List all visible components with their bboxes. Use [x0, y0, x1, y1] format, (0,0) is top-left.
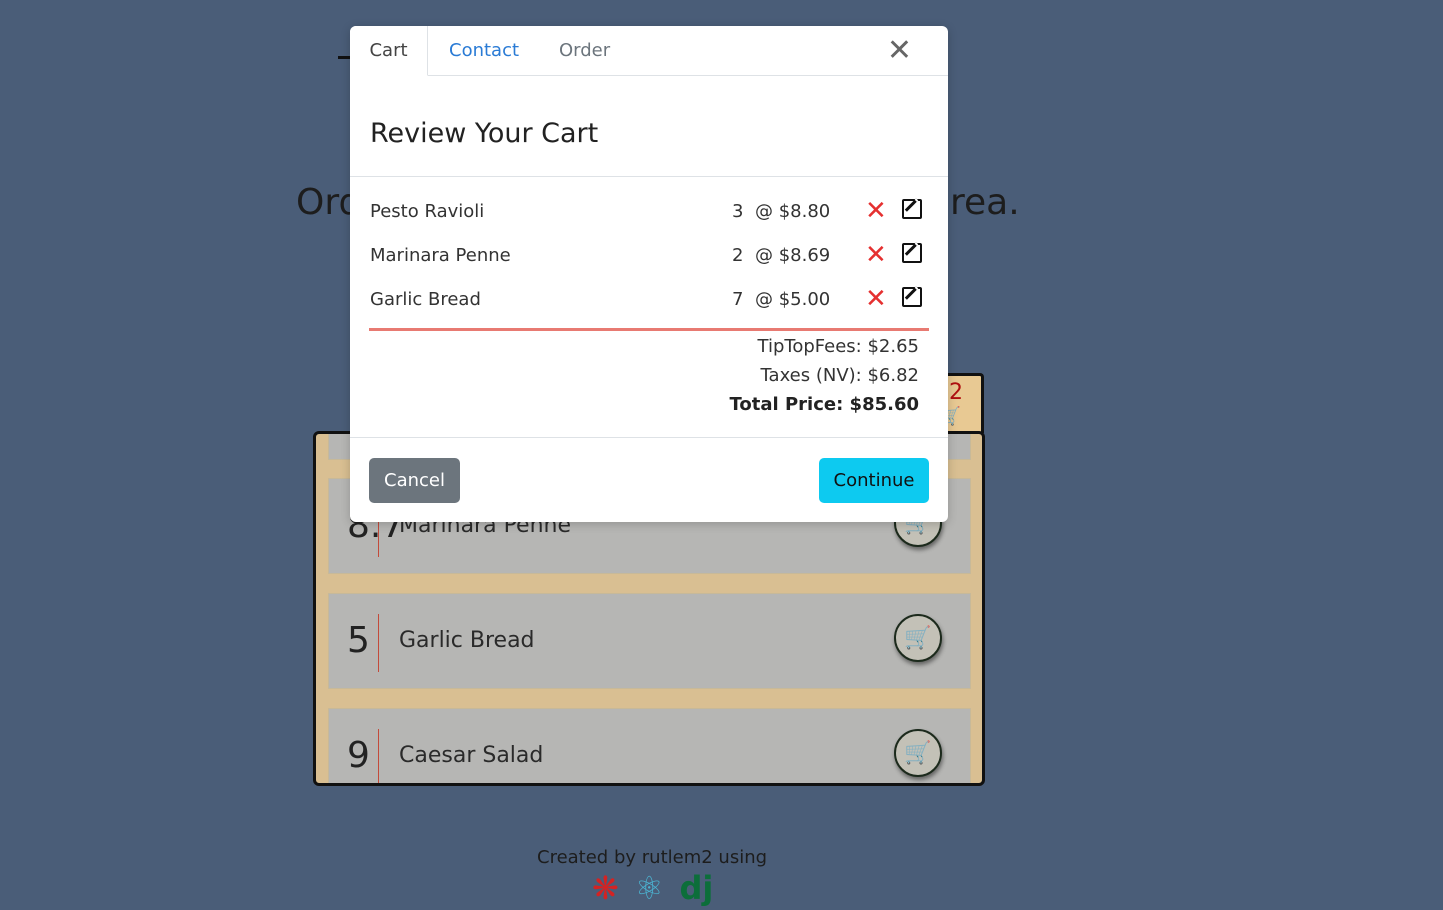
menu-item: 5 Garlic Bread 🛒	[328, 593, 971, 689]
cart-icon: 🛒	[904, 625, 932, 651]
menu-item-divider	[378, 614, 379, 672]
continue-button[interactable]: Continue	[819, 458, 929, 503]
modal-title: Review Your Cart	[370, 118, 599, 149]
menu-item-price: 5	[347, 620, 370, 661]
close-icon[interactable]: ✕	[887, 36, 912, 66]
cart-item-qty: 3	[732, 201, 744, 222]
cart-item-qty: 7	[732, 289, 744, 310]
tab-order[interactable]: Order	[559, 26, 610, 75]
total-divider	[369, 328, 929, 331]
cart-item-name: Pesto Ravioli	[370, 201, 485, 222]
edit-icon[interactable]	[902, 287, 922, 307]
footer-icons: ❋ ⚛ dj	[592, 870, 713, 906]
cart-item-unit-price: @ $8.80	[755, 201, 831, 222]
cart-row: Garlic Bread 7 @ $5.00 ✕	[370, 285, 930, 315]
header-divider	[350, 176, 948, 177]
yelp-icon[interactable]: ❋	[592, 870, 619, 906]
cart-item-qty: 2	[732, 245, 744, 266]
menu-item-divider	[378, 729, 379, 783]
footer-credit: Created by rutlem2 using	[537, 847, 768, 868]
delete-icon[interactable]: ✕	[865, 285, 887, 313]
edit-icon[interactable]	[902, 199, 922, 219]
cart-count: 2	[949, 380, 963, 405]
menu-item-name: Caesar Salad	[399, 743, 544, 768]
cart-item-unit-price: @ $8.69	[755, 245, 831, 266]
tagline-right: rea.	[950, 182, 1020, 223]
cart-icon: 🛒	[904, 740, 932, 766]
modal-tabs: Cart Contact Order ✕	[350, 26, 948, 76]
cart-modal: Cart Contact Order ✕ Review Your Cart Pe…	[350, 26, 948, 522]
react-icon[interactable]: ⚛	[635, 870, 664, 906]
delete-icon[interactable]: ✕	[865, 241, 887, 269]
cancel-button[interactable]: Cancel	[369, 458, 460, 503]
taxes-line: Taxes (NV): $6.82	[760, 365, 919, 386]
cart-item-unit-price: @ $5.00	[755, 289, 831, 310]
menu-item-name: Garlic Bread	[399, 628, 535, 653]
total-price: Total Price: $85.60	[729, 394, 919, 415]
edit-icon[interactable]	[902, 243, 922, 263]
cart-item-name: Garlic Bread	[370, 289, 481, 310]
delete-icon[interactable]: ✕	[865, 197, 887, 225]
footer-divider	[350, 437, 948, 438]
cart-row: Marinara Penne 2 @ $8.69 ✕	[370, 241, 930, 271]
django-icon[interactable]: dj	[680, 870, 714, 906]
add-to-cart-button[interactable]: 🛒	[894, 614, 942, 662]
menu-item-price: 9	[347, 735, 370, 776]
add-to-cart-button[interactable]: 🛒	[894, 729, 942, 777]
cart-row: Pesto Ravioli 3 @ $8.80 ✕	[370, 197, 930, 227]
tab-cart[interactable]: Cart	[350, 26, 428, 76]
tab-contact[interactable]: Contact	[449, 26, 519, 75]
menu-item: 9 Caesar Salad 🛒	[328, 708, 971, 783]
fees-line: TipTopFees: $2.65	[757, 336, 919, 357]
cart-item-name: Marinara Penne	[370, 245, 511, 266]
